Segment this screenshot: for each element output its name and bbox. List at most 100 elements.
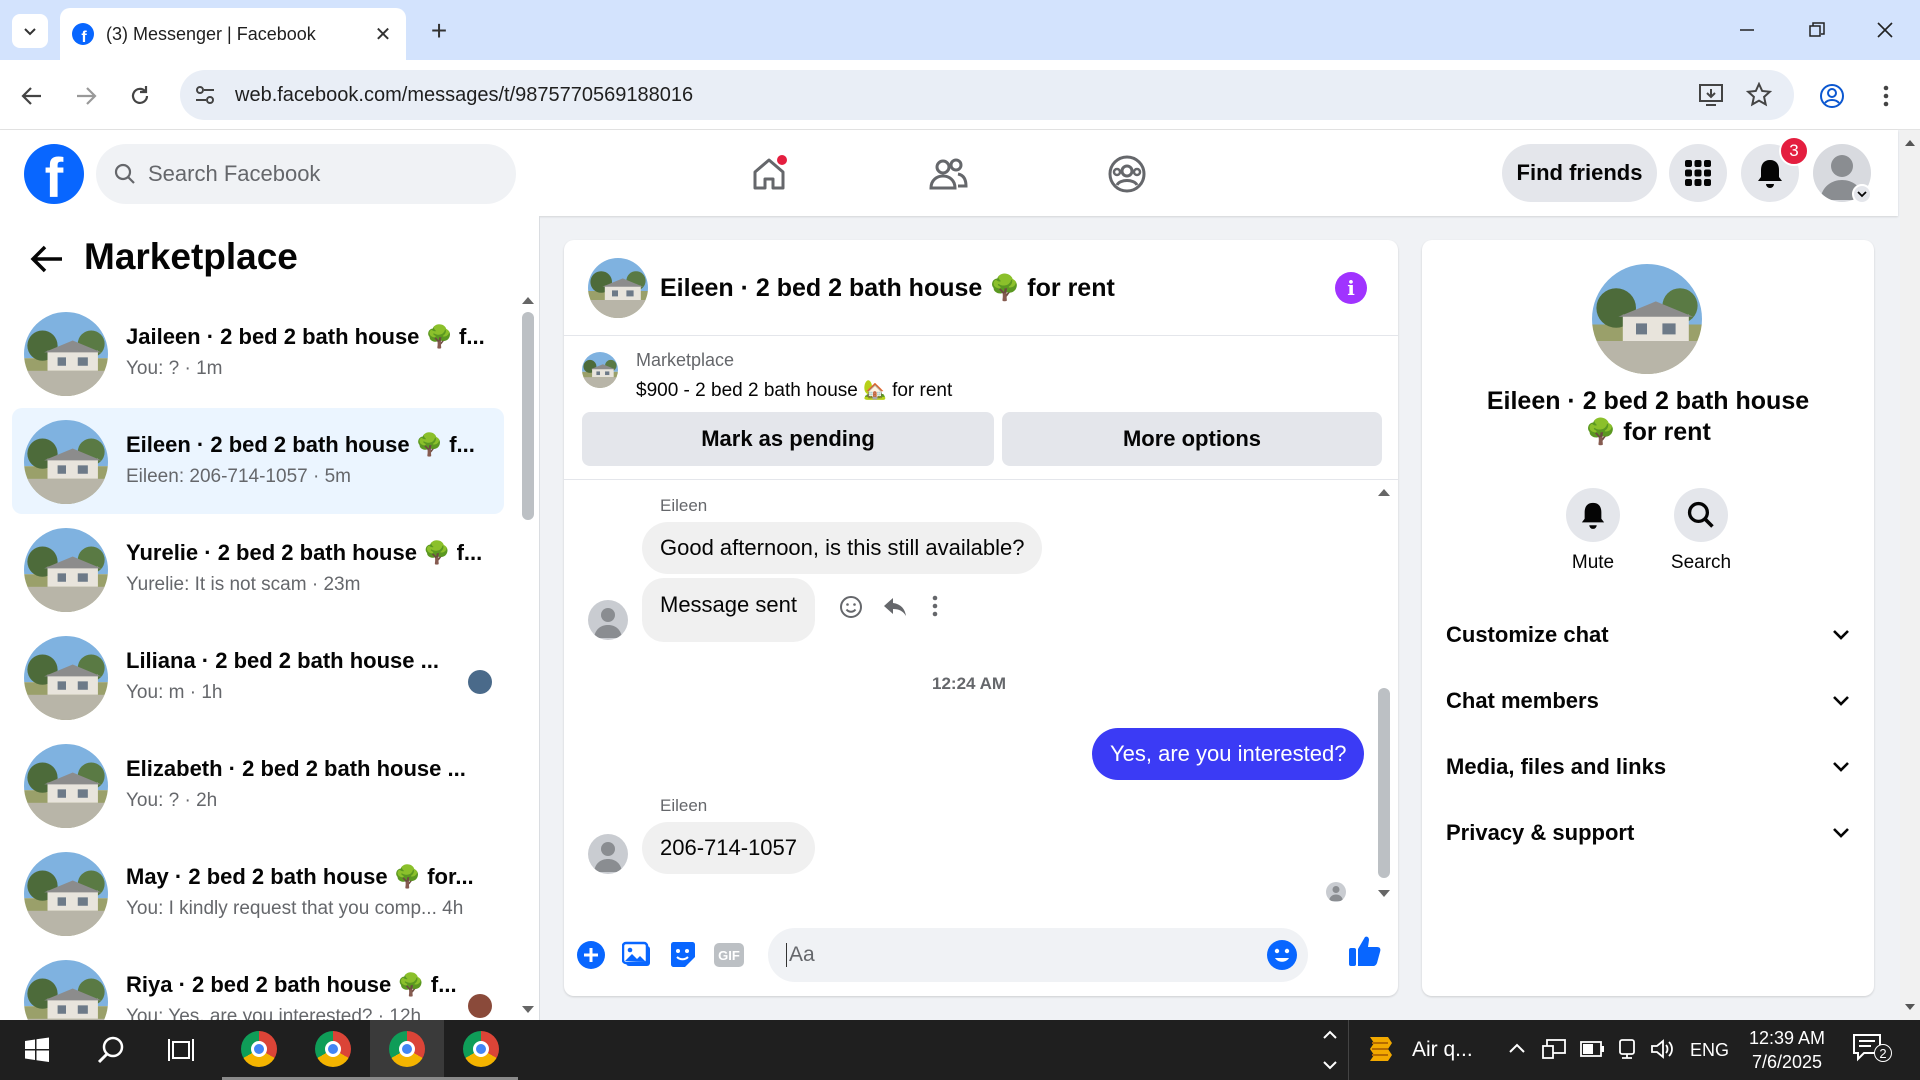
battery-icon[interactable] <box>1580 1040 1606 1058</box>
outgoing-message-bubble[interactable]: Yes, are you interested? <box>1092 728 1365 780</box>
scroll-up-icon[interactable] <box>1904 138 1916 148</box>
minimize-button[interactable] <box>1724 10 1770 50</box>
system-clock[interactable]: 12:39 AM 7/6/2025 <box>1732 1026 1842 1074</box>
conversation-item[interactable]: Liliana · 2 bed 2 bath house ... You: m ·… <box>12 624 504 730</box>
bookmark-star-icon[interactable] <box>1746 82 1772 108</box>
forward-button[interactable] <box>68 78 104 114</box>
restore-button[interactable] <box>1794 10 1840 50</box>
info-icon[interactable]: i <box>1335 272 1367 304</box>
weather-widget[interactable]: Air q... <box>1366 1020 1473 1080</box>
facebook-logo-icon[interactable]: f <box>24 144 84 204</box>
clock-time: 12:39 AM <box>1748 1028 1826 1048</box>
mute-button[interactable]: Mute <box>1538 488 1648 574</box>
taskbar-chrome-4[interactable] <box>444 1020 518 1080</box>
listing-price[interactable]: $900 - 2 bed 2 bath house 🏡 for rent <box>636 378 952 402</box>
emoji-icon[interactable] <box>1266 939 1298 971</box>
nav-home[interactable] <box>741 146 797 202</box>
reload-icon <box>131 86 149 104</box>
network-icon[interactable] <box>1542 1038 1568 1060</box>
conversation-item[interactable]: Yurelie · 2 bed 2 bath house 🌳 f... Yurel… <box>12 516 504 622</box>
reload-button[interactable] <box>122 78 158 114</box>
privacy-support-row[interactable]: Privacy & support <box>1446 808 1850 858</box>
conversation-item[interactable]: Elizabeth · 2 bed 2 bath house ... You: ?… <box>12 732 504 838</box>
site-settings-icon[interactable] <box>194 84 216 106</box>
chrome-icon <box>389 1030 425 1067</box>
search-label: Search <box>1670 552 1732 573</box>
chat-title[interactable]: Eileen · 2 bed 2 bath house 🌳 for rent <box>660 274 1115 303</box>
chevron-up-icon[interactable] <box>1508 1042 1526 1054</box>
facebook-search[interactable] <box>96 144 516 204</box>
find-friends-button[interactable]: Find friends <box>1502 144 1657 202</box>
conversation-name: Jaileen · 2 bed 2 bath house 🌳 f... <box>126 324 485 349</box>
chat-header: Eileen · 2 bed 2 bath house 🌳 for rent i <box>564 240 1398 336</box>
url-text[interactable]: web.facebook.com/messages/t/987577056918… <box>235 84 693 107</box>
sender-name: Eileen <box>660 496 708 515</box>
more-vertical-icon[interactable] <box>932 594 938 618</box>
nav-friends[interactable] <box>920 146 976 202</box>
listing-thumbnail[interactable] <box>582 352 618 388</box>
browser-menu-button[interactable] <box>1868 78 1904 114</box>
back-arrow-icon[interactable] <box>30 244 64 279</box>
nav-groups[interactable] <box>1099 146 1155 202</box>
scroll-down-icon[interactable] <box>1904 1002 1916 1012</box>
volume-icon[interactable] <box>1650 1038 1676 1060</box>
back-button[interactable] <box>14 78 50 114</box>
omnibox[interactable]: web.facebook.com/messages/t/987577056918… <box>180 70 1794 120</box>
message-input[interactable] <box>786 943 1246 967</box>
start-button[interactable] <box>0 1020 74 1080</box>
message-bubble[interactable]: Message sent <box>642 578 815 642</box>
taskbar-chrome-3[interactable] <box>370 1020 444 1080</box>
chat-avatar[interactable] <box>588 258 648 318</box>
mark-as-pending-button[interactable]: Mark as pending <box>582 412 994 466</box>
conversation-item[interactable]: Eileen · 2 bed 2 bath house 🌳 f... Eileen… <box>12 408 504 514</box>
conversation-item[interactable]: Jaileen · 2 bed 2 bath house 🌳 f... You: … <box>12 300 504 406</box>
scroll-down-icon[interactable] <box>520 1004 536 1016</box>
house-photo-icon <box>24 312 108 396</box>
page-scrollbar[interactable] <box>1900 130 1920 1020</box>
profile-button[interactable] <box>1814 78 1850 114</box>
message-bubble[interactable]: Good afternoon, is this still available? <box>642 522 1043 574</box>
message-bubble[interactable]: 206-714-1057 <box>642 822 816 874</box>
sidebar-scrollbar[interactable] <box>522 312 534 520</box>
search-button[interactable] <box>74 1020 148 1080</box>
tab-close-icon[interactable]: ✕ <box>372 23 394 46</box>
chat-scrollbar[interactable] <box>1378 688 1390 878</box>
reply-icon[interactable] <box>882 594 908 620</box>
conversation-item[interactable]: Riya · 2 bed 2 bath house 🌳 f... You: Yes… <box>12 948 504 1020</box>
message-input-box[interactable] <box>768 928 1308 982</box>
install-app-icon[interactable] <box>1698 82 1724 108</box>
attach-photo-icon[interactable] <box>620 938 654 972</box>
browser-tab-messenger[interactable]: f (3) Messenger | Facebook ✕ <box>60 8 406 60</box>
conversation-avatar[interactable] <box>1592 264 1702 374</box>
seen-receipt-avatar <box>468 670 492 694</box>
facebook-search-input[interactable] <box>148 161 478 187</box>
scroll-up-icon[interactable] <box>1376 486 1392 498</box>
taskbar-scroll-arrows[interactable] <box>1320 1024 1344 1076</box>
media-files-links-row[interactable]: Media, files and links <box>1446 742 1850 792</box>
gif-icon[interactable]: GIF <box>712 938 746 972</box>
close-window-button[interactable] <box>1862 10 1908 50</box>
taskbar-chrome-1[interactable] <box>222 1020 296 1080</box>
like-thumb-icon[interactable] <box>1348 934 1382 968</box>
more-actions-icon[interactable] <box>574 938 608 972</box>
customize-chat-row[interactable]: Customize chat <box>1446 610 1850 660</box>
language-indicator[interactable]: ENG <box>1690 1040 1729 1061</box>
menu-button[interactable] <box>1669 144 1727 202</box>
meet-now-icon[interactable] <box>1616 1038 1638 1060</box>
search-icon <box>1674 488 1728 542</box>
notification-count: 2 <box>1874 1044 1892 1062</box>
account-chevron-icon[interactable] <box>1852 184 1872 204</box>
tab-search-dropdown[interactable] <box>12 14 48 48</box>
scroll-down-icon[interactable] <box>1376 888 1392 900</box>
taskbar-chrome-2[interactable] <box>296 1020 370 1080</box>
notification-center-button[interactable]: 2 <box>1852 1032 1892 1068</box>
scroll-up-icon[interactable] <box>520 294 536 306</box>
task-view-button[interactable] <box>144 1020 218 1080</box>
more-options-button[interactable]: More options <box>1002 412 1382 466</box>
chat-members-row[interactable]: Chat members <box>1446 676 1850 726</box>
search-in-chat-button[interactable]: Search <box>1646 488 1756 574</box>
new-tab-button[interactable]: + <box>422 14 456 48</box>
sticker-icon[interactable] <box>666 938 700 972</box>
react-emoji-icon[interactable] <box>838 594 864 620</box>
conversation-item[interactable]: May · 2 bed 2 bath house 🌳 for... You: I … <box>12 840 504 946</box>
